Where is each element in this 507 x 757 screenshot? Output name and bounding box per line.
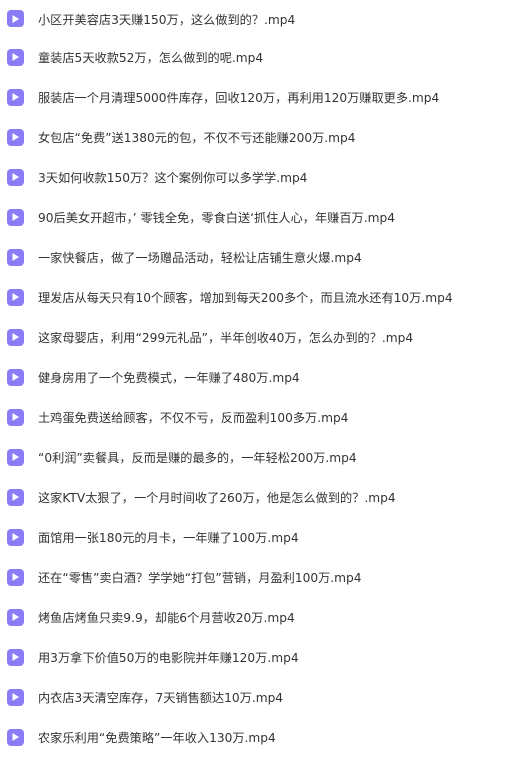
file-name: 面馆用一张180元的月卡，一年赚了100万.mp4: [38, 531, 299, 545]
file-name: 服装店一个月清理5000件库存，回收120万，再利用120万赚取更多.mp4: [38, 91, 440, 105]
file-row[interactable]: “0利润”卖餐具，反而是赚的最多的，一年轻松200万.mp4: [0, 437, 507, 477]
video-file-icon: [7, 528, 24, 546]
file-row[interactable]: 理发店从每天只有10个顾客，增加到每天200多个，而且流水还有10万.mp4: [0, 277, 507, 317]
video-file-icon: [7, 208, 24, 226]
video-file-icon: [7, 288, 24, 306]
video-file-icon: [7, 168, 24, 186]
file-name: 烤鱼店烤鱼只卖9.9，却能6个月营收20万.mp4: [38, 611, 295, 625]
video-file-icon: [7, 368, 24, 386]
file-name: 一家快餐店，做了一场赠品活动，轻松让店铺生意火爆.mp4: [38, 251, 362, 265]
file-name: 这家KTV太狠了，一个月时间收了260万，他是怎么做到的？.mp4: [38, 491, 396, 505]
file-list: 小区开美容店3天赚150万，这么做到的？.mp4 童装店5天收款52万，怎么做到的…: [0, 0, 507, 757]
file-name: 理发店从每天只有10个顾客，增加到每天200多个，而且流水还有10万.mp4: [38, 291, 453, 305]
video-file-icon: [7, 48, 24, 66]
file-row[interactable]: 童装店5天收款52万，怎么做到的呢.mp4: [0, 37, 507, 77]
video-file-icon: [7, 248, 24, 266]
file-row[interactable]: 3天如何收款150万？这个案例你可以多学学.mp4: [0, 157, 507, 197]
video-file-icon: [7, 688, 24, 706]
file-row[interactable]: 土鸡蛋免费送给顾客，不仅不亏，反而盈利100多万.mp4: [0, 397, 507, 437]
file-name: 这家母婴店，利用“299元礼品”，半年创收40万，怎么办到的？.mp4: [38, 331, 414, 345]
file-row[interactable]: 内衣店3天清空库存，7天销售额达10万.mp4: [0, 677, 507, 717]
file-name: 土鸡蛋免费送给顾客，不仅不亏，反而盈利100多万.mp4: [38, 411, 349, 425]
file-name: “0利润”卖餐具，反而是赚的最多的，一年轻松200万.mp4: [38, 451, 357, 465]
video-file-icon: [7, 88, 24, 106]
video-file-icon: [7, 10, 24, 27]
video-file-icon: [7, 448, 24, 466]
file-row[interactable]: 女包店“免费”送1380元的包，不仅不亏还能赚200万.mp4: [0, 117, 507, 157]
video-file-icon: [7, 648, 24, 666]
file-row[interactable]: 一家快餐店，做了一场赠品活动，轻松让店铺生意火爆.mp4: [0, 237, 507, 277]
file-name: 3天如何收款150万？这个案例你可以多学学.mp4: [38, 171, 308, 185]
file-row[interactable]: 这家KTV太狠了，一个月时间收了260万，他是怎么做到的？.mp4: [0, 477, 507, 517]
file-row[interactable]: 用3万拿下价值50万的电影院并年赚120万.mp4: [0, 637, 507, 677]
file-name: 还在“零售”卖白酒？学学她“打包”营销，月盈利100万.mp4: [38, 571, 362, 585]
video-file-icon: [7, 568, 24, 586]
video-file-icon: [7, 328, 24, 346]
file-row[interactable]: 还在“零售”卖白酒？学学她“打包”营销，月盈利100万.mp4: [0, 557, 507, 597]
file-row[interactable]: 90后美女开超市，’ 零钱全免，零食白送‘抓住人心，年赚百万.mp4: [0, 197, 507, 237]
file-name: 健身房用了一个免费模式，一年赚了480万.mp4: [38, 371, 300, 385]
file-name: 用3万拿下价值50万的电影院并年赚120万.mp4: [38, 651, 299, 665]
video-file-icon: [7, 728, 24, 746]
file-name: 童装店5天收款52万，怎么做到的呢.mp4: [38, 51, 264, 65]
file-row[interactable]: 健身房用了一个免费模式，一年赚了480万.mp4: [0, 357, 507, 397]
video-file-icon: [7, 128, 24, 146]
file-row[interactable]: 服装店一个月清理5000件库存，回收120万，再利用120万赚取更多.mp4: [0, 77, 507, 117]
file-name: 小区开美容店3天赚150万，这么做到的？.mp4: [38, 12, 296, 27]
file-name: 90后美女开超市，’ 零钱全免，零食白送‘抓住人心，年赚百万.mp4: [38, 211, 395, 225]
file-row[interactable]: 小区开美容店3天赚150万，这么做到的？.mp4: [0, 0, 507, 37]
file-row[interactable]: 烤鱼店烤鱼只卖9.9，却能6个月营收20万.mp4: [0, 597, 507, 637]
file-row[interactable]: 面馆用一张180元的月卡，一年赚了100万.mp4: [0, 517, 507, 557]
video-file-icon: [7, 408, 24, 426]
file-row[interactable]: 农家乐利用“免费策略”一年收入130万.mp4: [0, 717, 507, 757]
video-file-icon: [7, 488, 24, 506]
video-file-icon: [7, 608, 24, 626]
file-name: 女包店“免费”送1380元的包，不仅不亏还能赚200万.mp4: [38, 131, 356, 145]
file-row[interactable]: 这家母婴店，利用“299元礼品”，半年创收40万，怎么办到的？.mp4: [0, 317, 507, 357]
file-name: 农家乐利用“免费策略”一年收入130万.mp4: [38, 731, 276, 745]
file-name: 内衣店3天清空库存，7天销售额达10万.mp4: [38, 691, 284, 705]
